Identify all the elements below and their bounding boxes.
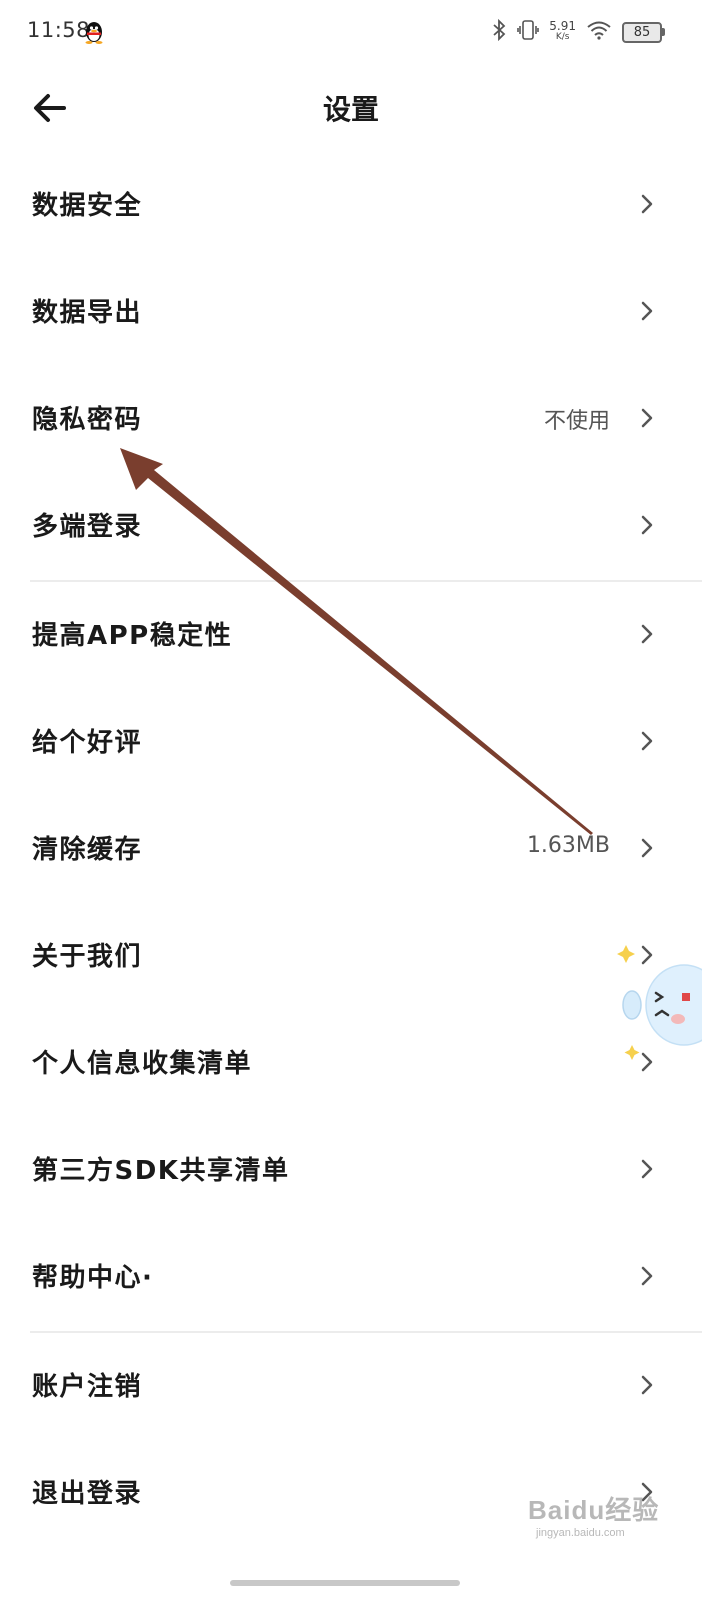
chevron-right-icon: [641, 301, 653, 321]
chevron-right-icon: [641, 1266, 653, 1286]
battery-icon: 85: [622, 21, 665, 43]
setting-label: 关于我们: [32, 942, 143, 972]
setting-row-multi-device-login[interactable]: 多端登录: [0, 473, 702, 580]
settings-list: 数据安全 数据导出 隐私密码 不使用 多端登录 提高APP稳定性 给个好评 清除…: [0, 152, 702, 1547]
status-time: 11:58: [27, 18, 91, 42]
setting-row-clear-cache[interactable]: 清除缓存 1.63MB: [0, 796, 702, 903]
setting-label: 账户注销: [32, 1372, 143, 1402]
chevron-right-icon: [641, 1375, 653, 1395]
chevron-right-icon: [641, 731, 653, 751]
page-title: 设置: [322, 93, 379, 126]
network-speed-unit: K/s: [555, 32, 570, 42]
setting-label: 数据导出: [32, 298, 143, 328]
setting-label: 第三方SDK共享清单: [32, 1156, 290, 1186]
setting-label: 个人信息收集清单: [32, 1049, 253, 1079]
chevron-right-icon: [641, 624, 653, 644]
setting-label: 提高APP稳定性: [32, 621, 233, 651]
chevron-right-icon: [641, 194, 653, 214]
watermark-main: Baidu经验: [528, 1495, 660, 1525]
setting-value: 1.63MB: [526, 833, 610, 858]
chevron-right-icon: [641, 1159, 653, 1179]
setting-row-app-stability[interactable]: 提高APP稳定性: [0, 582, 702, 689]
home-indicator[interactable]: [230, 1580, 460, 1586]
chevron-right-icon: [641, 515, 653, 535]
setting-label: 隐私密码: [32, 405, 143, 435]
wifi-icon: [586, 19, 612, 45]
setting-label: 多端登录: [32, 512, 143, 542]
setting-row-data-export[interactable]: 数据导出: [0, 259, 702, 366]
setting-label: 给个好评: [32, 728, 143, 758]
setting-label: 清除缓存: [32, 835, 143, 865]
bluetooth-icon: [491, 18, 507, 46]
page-header: 设置: [0, 64, 702, 152]
setting-row-data-security[interactable]: 数据安全: [0, 152, 702, 259]
setting-label: 帮助中心·: [32, 1263, 154, 1293]
qq-penguin-icon: [84, 20, 104, 48]
baidu-watermark: Baidu经验 jingyan.baidu.com: [528, 1490, 659, 1539]
setting-row-help-center[interactable]: 帮助中心·: [0, 1224, 702, 1331]
setting-row-about-us[interactable]: 关于我们: [0, 903, 702, 1010]
watermark-sub: jingyan.baidu.com: [536, 1527, 625, 1539]
chevron-right-icon: [641, 838, 653, 858]
setting-label: 数据安全: [32, 191, 143, 221]
setting-row-personal-info-list[interactable]: 个人信息收集清单: [0, 1010, 702, 1117]
setting-row-rate-app[interactable]: 给个好评: [0, 689, 702, 796]
floating-sticker[interactable]: [612, 935, 702, 1069]
setting-label: 退出登录: [32, 1479, 143, 1509]
setting-row-account-deletion[interactable]: 账户注销: [0, 1333, 702, 1440]
setting-row-privacy-password[interactable]: 隐私密码 不使用: [0, 366, 702, 473]
setting-value: 不使用: [543, 409, 610, 434]
network-speed-value: 5.91: [549, 19, 576, 33]
setting-row-third-party-sdk-list[interactable]: 第三方SDK共享清单: [0, 1117, 702, 1224]
chevron-right-icon: [641, 408, 653, 428]
status-bar: 11:58 5.91 K/s 85: [0, 0, 702, 64]
battery-level: 85: [633, 24, 651, 40]
network-speed: 5.91 K/s: [549, 19, 576, 43]
vibrate-icon: [517, 18, 540, 46]
